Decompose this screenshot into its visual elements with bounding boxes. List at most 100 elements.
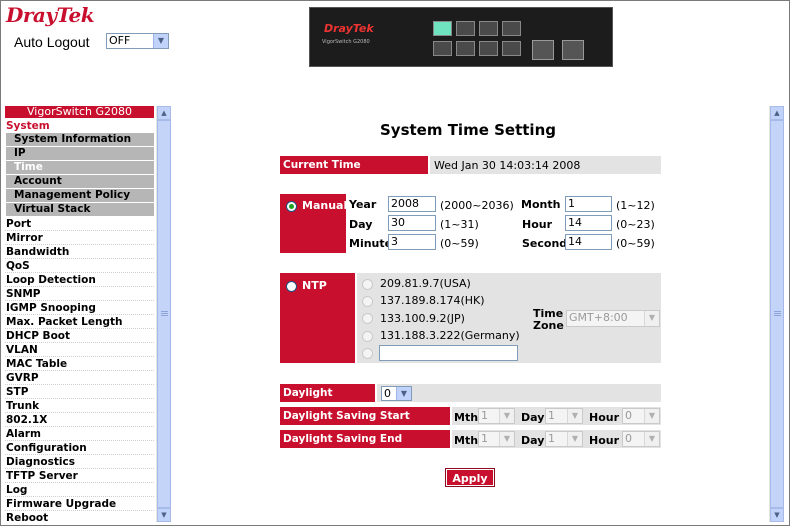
end-hour-value: 0 bbox=[625, 432, 632, 445]
menu-sub-system-information[interactable]: System Information bbox=[6, 133, 154, 147]
menu-sub-time[interactable]: Time bbox=[6, 161, 154, 175]
ntp-server-hk: 137.189.8.174(HK) bbox=[380, 294, 485, 307]
hour-label: Hour bbox=[522, 218, 553, 231]
menu-item-gvrp[interactable]: GVRP bbox=[5, 371, 154, 385]
ntp-server-radio[interactable] bbox=[362, 331, 373, 342]
menu-item-mac-table[interactable]: MAC Table bbox=[5, 357, 154, 371]
chevron-down-icon: ▼ bbox=[644, 311, 659, 326]
menu-item-loop-detection[interactable]: Loop Detection bbox=[5, 273, 154, 287]
month-input[interactable]: 1 bbox=[565, 196, 612, 212]
chevron-down-icon: ▼ bbox=[153, 34, 168, 48]
start-day-value: 1 bbox=[548, 409, 555, 422]
menu-sub-virtual-stack[interactable]: Virtual Stack bbox=[6, 203, 154, 217]
year-range: (2000~2036) bbox=[440, 199, 514, 212]
ntp-server-radio[interactable] bbox=[362, 279, 373, 290]
start-hour-select[interactable]: 0 ▼ bbox=[622, 408, 660, 424]
menu-item-igmp-snooping[interactable]: IGMP Snooping bbox=[5, 301, 154, 315]
menu-item-trunk[interactable]: Trunk bbox=[5, 399, 154, 413]
ntp-server-radio[interactable] bbox=[362, 296, 373, 307]
manual-label: Manual bbox=[302, 199, 348, 212]
menu-item-system[interactable]: System bbox=[5, 119, 154, 133]
menu-item-802-1x[interactable]: 802.1X bbox=[5, 413, 154, 427]
menu-item-tftp-server[interactable]: TFTP Server bbox=[5, 469, 154, 483]
chevron-down-icon: ▼ bbox=[644, 409, 659, 423]
scroll-thumb[interactable] bbox=[157, 120, 171, 508]
chevron-down-icon: ▼ bbox=[567, 432, 582, 446]
sfp-port-icon bbox=[532, 40, 554, 60]
device-brand: DrayTek bbox=[324, 22, 374, 35]
ntp-server-jp: 133.100.9.2(JP) bbox=[380, 312, 465, 325]
auto-logout-select[interactable]: OFF ▼ bbox=[106, 33, 169, 49]
menu-item-reboot[interactable]: Reboot bbox=[5, 511, 154, 522]
chevron-down-icon: ▼ bbox=[396, 387, 411, 400]
ntp-custom-radio[interactable] bbox=[362, 348, 373, 359]
chevron-down-icon: ▼ bbox=[567, 409, 582, 423]
menu-item-stp[interactable]: STP bbox=[5, 385, 154, 399]
menu-item-log[interactable]: Log bbox=[5, 483, 154, 497]
left-menu: VigorSwitch G2080 System System Informat… bbox=[5, 106, 154, 522]
ntp-server-germany: 131.188.3.222(Germany) bbox=[380, 329, 520, 342]
scroll-up-icon[interactable]: ▲ bbox=[157, 106, 171, 120]
menu-sub-ip[interactable]: IP bbox=[6, 147, 154, 161]
apply-button[interactable]: Apply bbox=[445, 468, 495, 487]
menu-item-port[interactable]: Port bbox=[5, 217, 154, 231]
menu-sub-management-policy[interactable]: Management Policy bbox=[6, 189, 154, 203]
menu-item-max-packet-length[interactable]: Max. Packet Length bbox=[5, 315, 154, 329]
start-day-select[interactable]: 1 ▼ bbox=[545, 408, 583, 424]
menu-item-configuration[interactable]: Configuration bbox=[5, 441, 154, 455]
start-mth-label: Mth bbox=[454, 411, 479, 424]
menu-sub-account[interactable]: Account bbox=[6, 175, 154, 189]
end-mth-select[interactable]: 1 ▼ bbox=[478, 431, 515, 447]
year-label: Year bbox=[349, 198, 377, 211]
end-hour-label: Hour bbox=[589, 434, 620, 447]
menu-item-alarm[interactable]: Alarm bbox=[5, 427, 154, 441]
start-mth-select[interactable]: 1 ▼ bbox=[478, 408, 515, 424]
device-model: VigorSwitch G2080 bbox=[322, 39, 370, 45]
menu-item-qos[interactable]: QoS bbox=[5, 259, 154, 273]
scroll-down-icon[interactable]: ▼ bbox=[157, 508, 171, 522]
menu-scrollbar[interactable]: ▲ ▼ bbox=[156, 106, 171, 522]
day-range: (1~31) bbox=[440, 218, 479, 231]
scroll-down-icon[interactable]: ▼ bbox=[770, 508, 784, 522]
page-title: System Time Setting bbox=[380, 121, 556, 139]
port-icon bbox=[502, 41, 521, 56]
ntp-label: NTP bbox=[302, 279, 327, 292]
menu-item-vlan[interactable]: VLAN bbox=[5, 343, 154, 357]
current-time-value: Wed Jan 30 14:03:14 2008 bbox=[434, 159, 581, 172]
menu-item-snmp[interactable]: SNMP bbox=[5, 287, 154, 301]
start-mth-value: 1 bbox=[481, 409, 488, 422]
port-icon bbox=[456, 21, 475, 36]
ntp-custom-input[interactable] bbox=[379, 345, 518, 361]
menu-item-diagnostics[interactable]: Diagnostics bbox=[5, 455, 154, 469]
daylight-saving-select[interactable]: 0 ▼ bbox=[381, 386, 412, 401]
day-label: Day bbox=[349, 218, 373, 231]
second-range: (0~59) bbox=[616, 237, 655, 250]
manual-radio[interactable] bbox=[286, 201, 297, 212]
end-day-select[interactable]: 1 ▼ bbox=[545, 431, 583, 447]
minute-range: (0~59) bbox=[440, 237, 479, 250]
day-input[interactable]: 30 bbox=[388, 215, 436, 231]
main-scrollbar[interactable]: ▲ ▼ bbox=[769, 106, 784, 522]
minute-input[interactable]: 3 bbox=[388, 234, 436, 250]
chevron-down-icon: ▼ bbox=[499, 432, 514, 446]
minute-label: Minute bbox=[349, 237, 393, 250]
time-zone-select[interactable]: GMT+8:00 ▼ bbox=[566, 310, 660, 327]
month-range: (1~12) bbox=[616, 199, 655, 212]
menu-item-mirror[interactable]: Mirror bbox=[5, 231, 154, 245]
draytek-logo: DrayTek bbox=[6, 3, 95, 27]
hour-input[interactable]: 14 bbox=[565, 215, 612, 231]
menu-item-dhcp-boot[interactable]: DHCP Boot bbox=[5, 329, 154, 343]
scroll-up-icon[interactable]: ▲ bbox=[770, 106, 784, 120]
year-input[interactable]: 2008 bbox=[388, 196, 436, 212]
second-input[interactable]: 14 bbox=[565, 234, 612, 250]
time-zone-value: GMT+8:00 bbox=[569, 311, 628, 324]
menu-item-firmware-upgrade[interactable]: Firmware Upgrade bbox=[5, 497, 154, 511]
menu-header: VigorSwitch G2080 bbox=[5, 106, 154, 118]
scroll-thumb[interactable] bbox=[770, 120, 784, 508]
menu-item-bandwidth[interactable]: Bandwidth bbox=[5, 245, 154, 259]
device-image: DrayTek VigorSwitch G2080 bbox=[309, 7, 613, 67]
daylight-saving-end-label: Daylight Saving End bbox=[280, 430, 450, 448]
ntp-radio[interactable] bbox=[286, 281, 297, 292]
ntp-server-radio[interactable] bbox=[362, 313, 373, 324]
end-hour-select[interactable]: 0 ▼ bbox=[622, 431, 660, 447]
